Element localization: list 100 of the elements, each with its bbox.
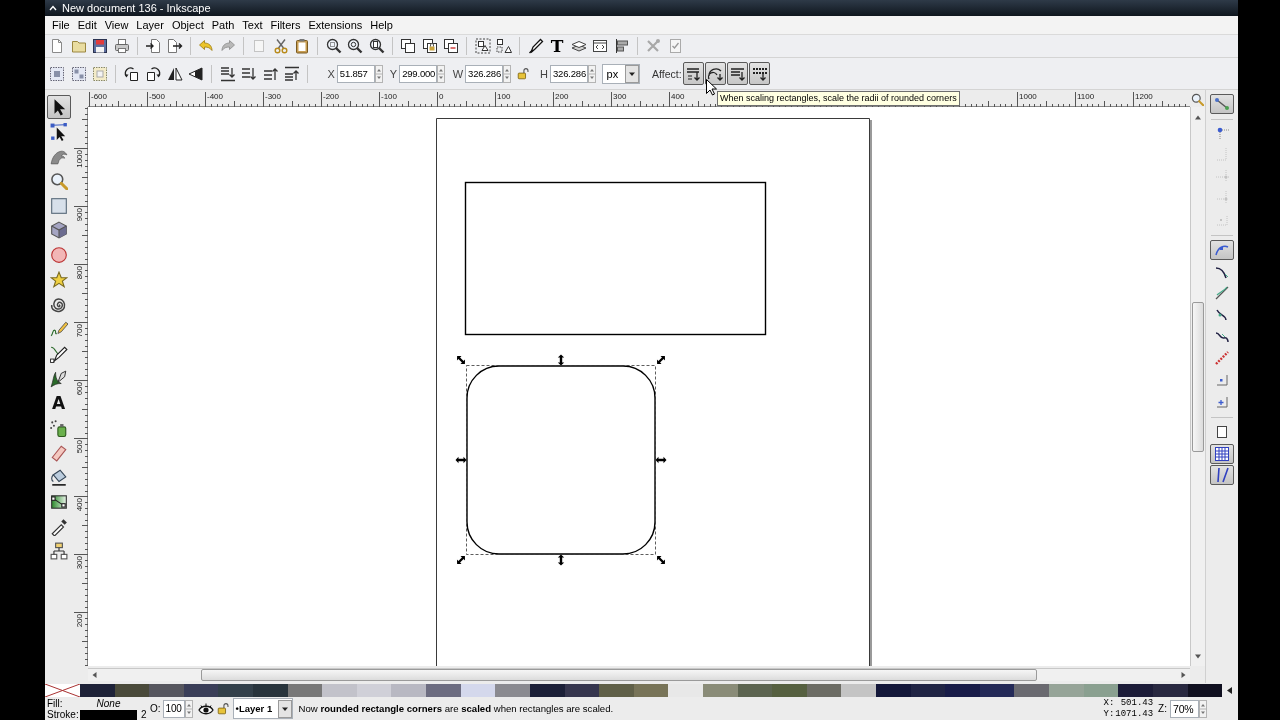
dashed-square-icon[interactable] [49, 65, 65, 82]
unlinked-squares-icon[interactable] [443, 38, 459, 54]
swatch-icon[interactable] [841, 684, 876, 697]
scroll-up-icon[interactable] [1194, 114, 1202, 120]
swatch-icon[interactable] [356, 684, 392, 697]
number-field[interactable]: 326.286 [465, 64, 504, 83]
scale-handle[interactable] [655, 456, 667, 464]
scroll-down-icon[interactable] [1194, 654, 1202, 660]
affect-toggle[interactable] [683, 62, 705, 85]
swatch-icon[interactable] [1187, 684, 1223, 697]
spin-arrows-icon[interactable] [437, 64, 446, 83]
flip-vertical-icon[interactable] [188, 65, 204, 82]
swatch-icon[interactable] [1152, 684, 1188, 697]
scale-handle[interactable] [455, 456, 467, 464]
padlock-icon[interactable] [516, 66, 530, 81]
swatch-icon[interactable] [1083, 684, 1119, 697]
swatch-icon[interactable] [218, 684, 254, 697]
swatch-icon[interactable] [149, 684, 184, 697]
scale-handle[interactable] [456, 555, 466, 565]
menu-item[interactable]: View [103, 18, 130, 32]
menu-item[interactable]: Edit [76, 18, 98, 32]
snap-toggle[interactable] [1210, 443, 1234, 464]
swatch-icon[interactable] [702, 684, 738, 697]
opacity-field[interactable]: 100 [162, 699, 185, 718]
swatch-icon[interactable] [633, 684, 669, 697]
page-arrow-out-icon[interactable] [166, 38, 183, 54]
scale-handle[interactable] [656, 355, 666, 365]
spin-arrows-icon[interactable] [503, 64, 512, 83]
scroll-left-icon[interactable] [91, 671, 97, 679]
rounded-rectangle-shape[interactable] [466, 365, 656, 555]
swatch-icon[interactable] [806, 684, 842, 697]
swatch-icon[interactable] [391, 684, 427, 697]
number-field[interactable]: 299.000 [399, 64, 438, 83]
stroke-swatch-icon[interactable] [80, 709, 137, 720]
swatch-icon[interactable] [979, 684, 1015, 697]
swatch-icon[interactable] [80, 684, 115, 697]
printer-icon[interactable] [113, 38, 130, 54]
spin-arrows-icon[interactable] [1199, 699, 1207, 718]
scrollbar-thumb[interactable] [1192, 302, 1204, 452]
swatch-icon[interactable] [183, 684, 219, 697]
blank-page-icon[interactable] [49, 38, 65, 54]
swatch-icon[interactable] [910, 684, 946, 697]
swatch-icon[interactable] [876, 684, 911, 697]
zoom-field[interactable]: 70% [1170, 699, 1199, 718]
code-window-icon[interactable] [592, 38, 608, 54]
snap-toggle[interactable] [1210, 240, 1234, 260]
dashed-square-icon[interactable] [92, 65, 108, 82]
affect-toggle[interactable] [727, 62, 749, 85]
flip-horizontal-icon[interactable] [166, 65, 183, 82]
swatch-icon[interactable] [1014, 684, 1050, 697]
rotate-left-icon[interactable] [123, 65, 140, 82]
swatch-icon[interactable] [114, 684, 150, 697]
crossed-swatch-icon[interactable] [45, 684, 80, 697]
swatch-icon[interactable] [564, 684, 600, 697]
swatch-icon[interactable] [253, 684, 288, 697]
menu-item[interactable]: Path [210, 18, 236, 32]
dashed-squares-icon[interactable] [70, 65, 87, 82]
number-field[interactable]: 326.286 [550, 64, 589, 83]
swatch-icon[interactable] [460, 684, 496, 697]
grouped-shapes-icon[interactable] [474, 38, 491, 54]
magnifier-icon[interactable] [347, 38, 363, 54]
page-arrow-in-icon[interactable] [145, 38, 161, 54]
align-bars-icon[interactable] [613, 38, 630, 54]
scale-handle[interactable] [456, 355, 466, 365]
linked-squares-icon[interactable] [421, 38, 438, 54]
swatch-icon[interactable] [529, 684, 565, 697]
spin-arrows-icon[interactable] [374, 64, 383, 83]
swatch-icon[interactable] [1118, 684, 1153, 697]
folder-icon[interactable] [70, 38, 87, 54]
padlock-icon[interactable] [216, 701, 230, 716]
swatch-icon[interactable] [945, 684, 980, 697]
swatch-icon[interactable] [495, 684, 530, 697]
menu-item[interactable]: Filters [269, 18, 302, 32]
chevron-up-icon[interactable] [49, 5, 57, 11]
swatch-icon[interactable] [287, 684, 323, 697]
paintbrush-icon[interactable] [527, 38, 544, 54]
scrollbar-thumb[interactable] [201, 669, 1037, 681]
number-field[interactable]: 51.857 [336, 64, 375, 83]
swatch-icon[interactable] [599, 684, 634, 697]
curved-arrow-left-icon[interactable] [198, 38, 214, 54]
swatch-icon[interactable] [1049, 684, 1084, 697]
scale-handle[interactable] [557, 554, 565, 566]
snap-toggle[interactable] [1210, 94, 1234, 114]
overlapping-squares-icon[interactable] [400, 38, 416, 54]
menu-item[interactable]: Layer [135, 18, 165, 32]
menu-item[interactable]: Extensions [307, 18, 364, 32]
text-font-button[interactable]: T [549, 38, 565, 54]
swatch-icon[interactable] [668, 684, 703, 697]
menu-item[interactable]: Help [369, 18, 394, 32]
swatch-icon[interactable] [737, 684, 773, 697]
menu-item[interactable]: Object [170, 18, 205, 32]
snap-toggle[interactable] [1210, 465, 1234, 485]
scissors-icon[interactable] [272, 38, 289, 54]
spin-arrows-icon[interactable] [588, 64, 597, 83]
magnifier-icon[interactable] [1191, 93, 1204, 106]
menu-item[interactable]: File [51, 18, 71, 32]
magnifier-icon[interactable] [368, 38, 385, 54]
scale-handle[interactable] [557, 354, 565, 366]
scale-handle[interactable] [656, 555, 666, 565]
affect-toggle[interactable] [749, 62, 771, 85]
